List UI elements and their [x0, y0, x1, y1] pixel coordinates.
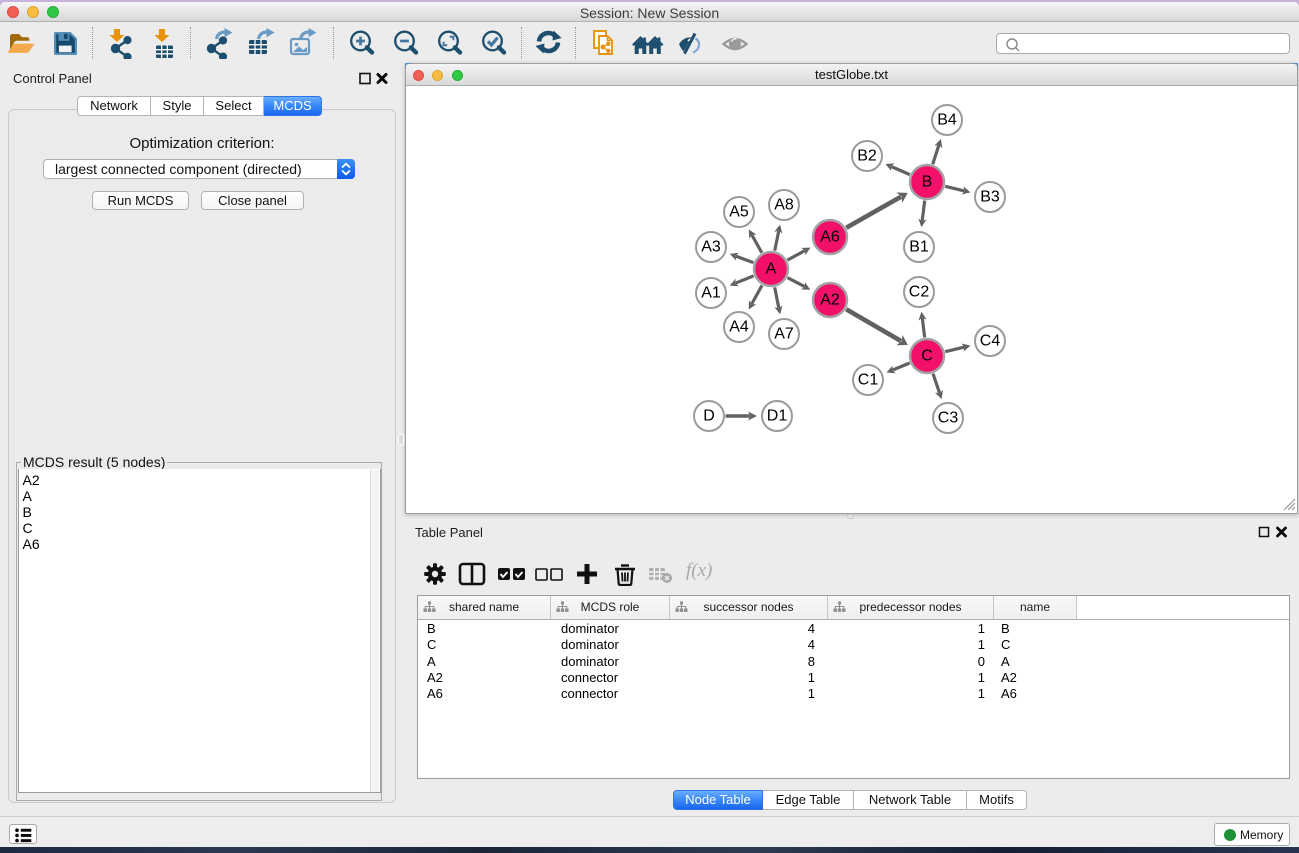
svg-text:B1: B1: [909, 239, 929, 256]
svg-text:A3: A3: [701, 239, 721, 256]
svg-text:B2: B2: [857, 148, 877, 165]
svg-text:A6: A6: [820, 229, 840, 246]
svg-text:A: A: [766, 261, 777, 278]
svg-text:D1: D1: [767, 408, 788, 425]
svg-text:C3: C3: [938, 410, 959, 427]
svg-text:C1: C1: [858, 372, 879, 389]
svg-text:C: C: [921, 348, 933, 365]
svg-text:A7: A7: [774, 326, 794, 343]
svg-text:A5: A5: [729, 204, 749, 221]
svg-text:A2: A2: [820, 292, 840, 309]
svg-text:A1: A1: [701, 285, 721, 302]
svg-text:B4: B4: [937, 112, 957, 129]
svg-text:B: B: [922, 174, 933, 191]
svg-text:C2: C2: [909, 284, 930, 301]
svg-text:C4: C4: [980, 333, 1001, 350]
svg-text:B3: B3: [980, 189, 1000, 206]
svg-text:A8: A8: [774, 197, 794, 214]
svg-text:D: D: [703, 408, 715, 425]
svg-text:A4: A4: [729, 319, 749, 336]
